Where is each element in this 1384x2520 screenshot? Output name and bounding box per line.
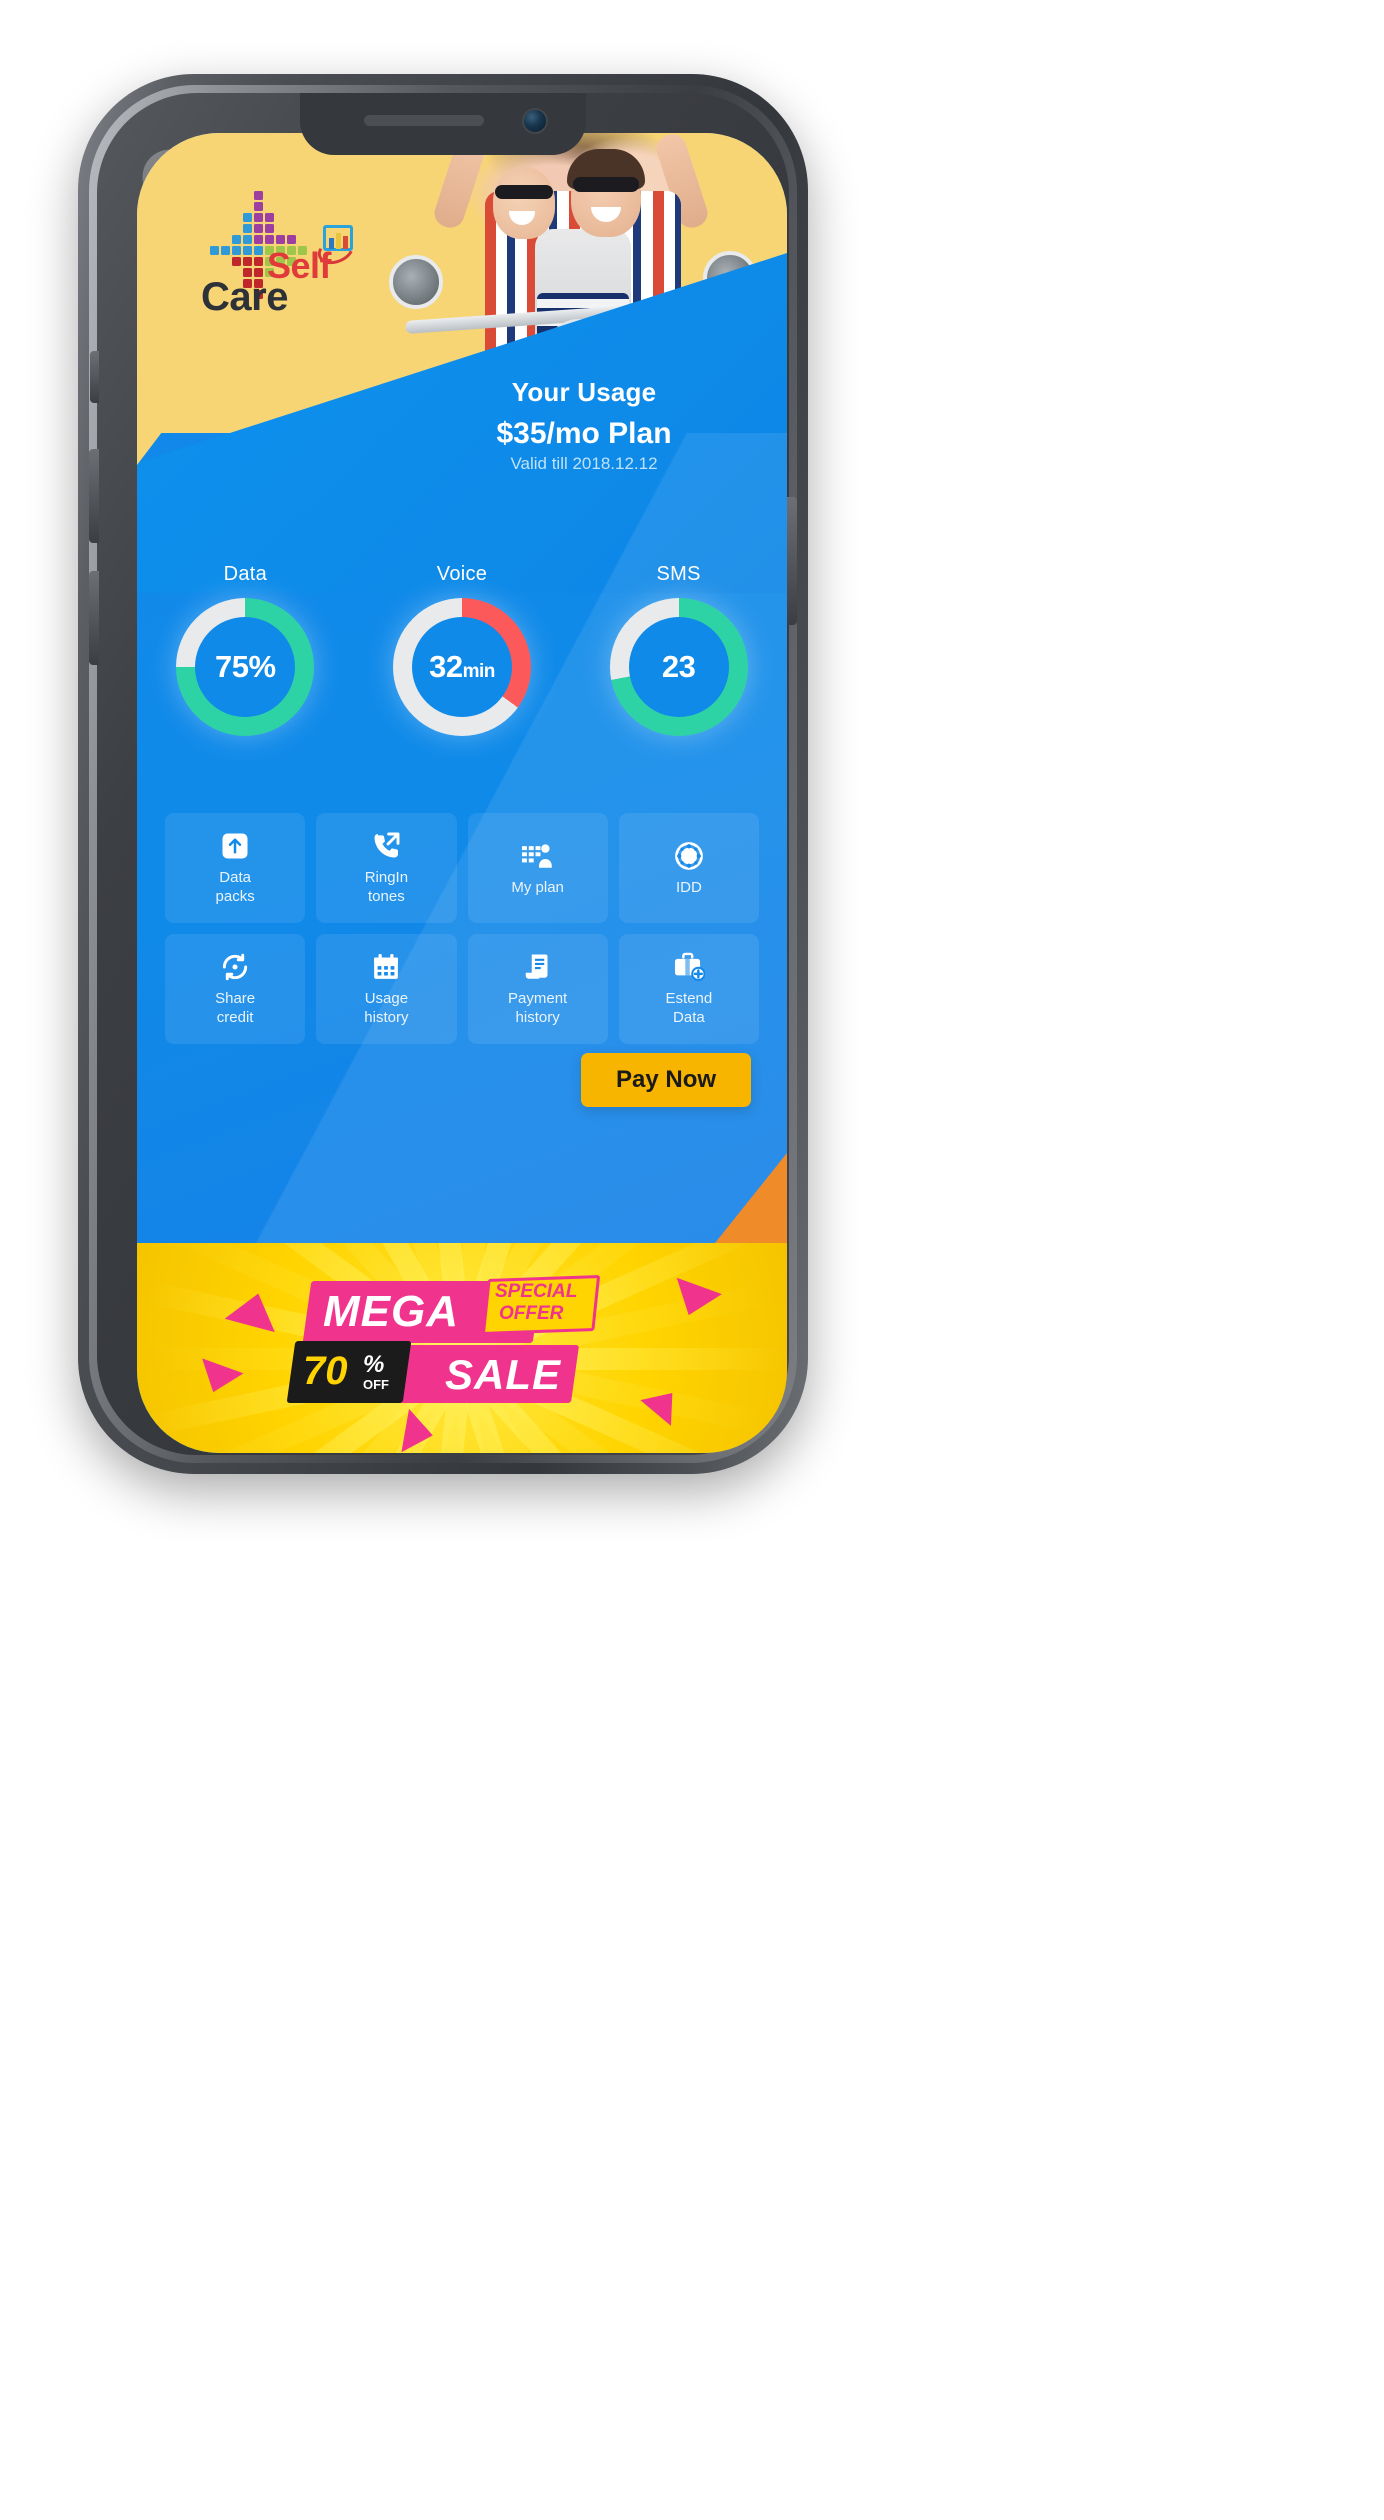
app-root: Self Care Your Usage $35/mo Plan Valid t… xyxy=(137,133,787,1453)
tile-plan-person[interactable]: My plan xyxy=(467,813,608,923)
donut-ring-wrap: 23 xyxy=(609,598,748,736)
banner-sale-text: SALE xyxy=(445,1351,562,1398)
logo-dot xyxy=(243,246,252,255)
logo-dot xyxy=(287,235,296,244)
logo-dot xyxy=(243,235,252,244)
tile-label: Payment history xyxy=(508,990,568,1026)
phone-device: Self Care Your Usage $35/mo Plan Valid t… xyxy=(78,74,808,1474)
logo-dot xyxy=(265,235,274,244)
tile-calendar[interactable]: Usage history xyxy=(316,934,457,1044)
app-logo[interactable]: Self Care xyxy=(199,191,379,321)
donut-ring-wrap: 32min xyxy=(393,598,531,736)
tile-label: Data packs xyxy=(215,869,255,905)
photo-woman-head xyxy=(493,167,555,239)
usage-donut-data[interactable]: Data 75% xyxy=(137,563,354,778)
silent-switch[interactable] xyxy=(90,351,99,403)
logo-dot xyxy=(221,246,230,255)
donut-label: Voice xyxy=(436,563,488,585)
banner-percent-symbol: % xyxy=(363,1351,385,1378)
logo-dot xyxy=(232,235,241,244)
calendar-icon xyxy=(371,950,401,984)
phone-screen: Self Care Your Usage $35/mo Plan Valid t… xyxy=(137,133,787,1453)
tile-phone-outgoing[interactable]: RingIn tones xyxy=(316,813,457,923)
logo-dot xyxy=(232,246,241,255)
globe-icon xyxy=(674,839,704,873)
earpiece-speaker xyxy=(364,115,484,126)
usage-plan: $35/mo Plan xyxy=(496,417,672,450)
logo-dot xyxy=(243,257,252,266)
phone-notch xyxy=(300,93,586,155)
tile-briefcase-plus[interactable]: Estend Data xyxy=(618,934,759,1044)
logo-text-care: Care xyxy=(201,275,288,319)
promo-banner[interactable]: MEGA SPECIAL OFFER 70 % OFF SALE xyxy=(137,1243,787,1453)
photo-man-sunglasses xyxy=(573,177,639,192)
tile-label: Usage history xyxy=(364,990,409,1026)
phone-outgoing-icon xyxy=(370,829,402,863)
donut-value: 23 xyxy=(661,649,696,684)
logo-dot xyxy=(254,246,263,255)
usage-donut-charts: Data 75% Voice 32min SMS 23 xyxy=(137,563,787,778)
pay-now-button[interactable]: Pay Now xyxy=(581,1053,751,1107)
photo-mirror-left xyxy=(389,255,443,309)
photo-woman-sunglasses xyxy=(495,185,553,199)
tile-label: My plan xyxy=(511,878,564,896)
plan-person-icon xyxy=(521,839,554,873)
donut-value: 75% xyxy=(215,649,276,684)
screenshot-stage: Self Care Your Usage $35/mo Plan Valid t… xyxy=(0,0,1384,2520)
donut-center: 32min xyxy=(412,617,512,717)
banner-off-text: OFF xyxy=(363,1377,389,1392)
donut-value: 32min xyxy=(429,649,496,684)
banner-mega-text: MEGA xyxy=(323,1287,459,1336)
banner-content: MEGA SPECIAL OFFER 70 % OFF SALE xyxy=(267,1273,657,1423)
tile-globe[interactable]: IDD xyxy=(618,813,759,923)
upload-box-icon xyxy=(220,829,250,863)
banner-special-text: SPECIAL xyxy=(495,1281,578,1302)
banner-offer-text: OFFER xyxy=(499,1303,564,1324)
donut-center: 23 xyxy=(628,617,729,717)
logo-dot xyxy=(254,191,263,200)
tile-refresh-share[interactable]: Share credit xyxy=(165,934,306,1044)
logo-dot xyxy=(254,224,263,233)
volume-down-button[interactable] xyxy=(89,571,99,665)
logo-dot xyxy=(243,213,252,222)
usage-valid-date: Valid till 2018.12.12 xyxy=(510,454,658,473)
tile-upload-box[interactable]: Data packs xyxy=(165,813,306,923)
phone-body: Self Care Your Usage $35/mo Plan Valid t… xyxy=(89,93,797,1455)
donut-center: 75% xyxy=(195,617,296,717)
banner-discount-number: 70 xyxy=(303,1349,348,1393)
volume-up-button[interactable] xyxy=(89,449,99,543)
logo-dot xyxy=(265,224,274,233)
logo-dot xyxy=(276,235,285,244)
briefcase-plus-icon xyxy=(673,950,705,984)
power-button[interactable] xyxy=(787,497,797,625)
logo-dot xyxy=(254,257,263,266)
usage-donut-voice[interactable]: Voice 32min xyxy=(354,563,571,778)
tile-label: Share credit xyxy=(215,990,256,1026)
tile-label: IDD xyxy=(675,878,702,896)
logo-dot xyxy=(243,224,252,233)
tile-label: RingIn tones xyxy=(364,869,409,905)
donut-label: SMS xyxy=(656,563,701,585)
usage-title: Your Usage xyxy=(511,377,657,407)
quick-action-grid: Data packs RingIn tones My plan IDD Share credi… xyxy=(165,813,759,1044)
logo-dot xyxy=(210,246,219,255)
usage-header: Your Usage $35/mo Plan Valid till 2018.1… xyxy=(419,377,749,474)
usage-donut-sms[interactable]: SMS 23 xyxy=(570,563,787,778)
logo-dot xyxy=(254,202,263,211)
logo-dot xyxy=(254,213,263,222)
receipt-icon xyxy=(523,950,553,984)
tile-receipt[interactable]: Payment history xyxy=(467,934,608,1044)
front-camera-icon xyxy=(522,108,548,134)
tile-label: Estend Data xyxy=(665,990,713,1026)
logo-dot xyxy=(254,235,263,244)
donut-label: Data xyxy=(223,563,268,585)
logo-dot xyxy=(232,257,241,266)
refresh-share-icon xyxy=(219,950,251,984)
donut-unit: min xyxy=(462,661,496,682)
logo-dot xyxy=(265,213,274,222)
donut-ring-wrap: 75% xyxy=(176,598,315,736)
